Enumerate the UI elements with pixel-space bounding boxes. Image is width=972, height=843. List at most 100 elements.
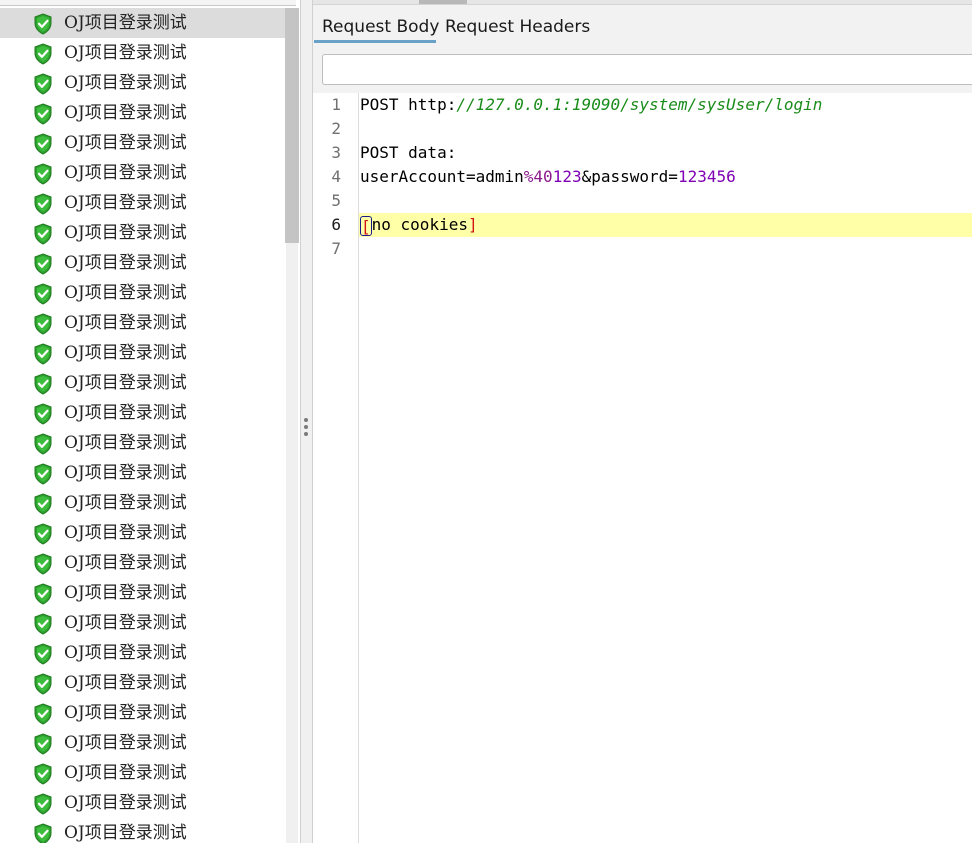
- tree-item[interactable]: OJ项目登录测试: [0, 488, 286, 518]
- tree-item-label: OJ项目登录测试: [64, 283, 187, 303]
- results-tree: OJ项目登录测试 OJ项目登录测试 OJ项目登录测试 OJ项目登录测试 OJ项目登录测试…: [0, 8, 286, 843]
- tree-item[interactable]: OJ项目登录测试: [0, 818, 286, 843]
- divider-grip-icon[interactable]: [304, 418, 308, 439]
- success-shield-icon: [33, 193, 53, 215]
- param-value: admin: [475, 167, 524, 186]
- tree-item[interactable]: OJ项目登录测试: [0, 98, 286, 128]
- tree-item-label: OJ项目登录测试: [64, 673, 187, 693]
- request-method-text: POST http:: [360, 95, 457, 114]
- code-line-1: POST http://127.0.0.1:19090/system/sysUs…: [360, 93, 822, 117]
- line-number: 1: [331, 95, 341, 114]
- success-shield-icon: [33, 13, 53, 35]
- tree-item[interactable]: OJ项目登录测试: [0, 728, 286, 758]
- tree-item[interactable]: OJ项目登录测试: [0, 338, 286, 368]
- success-shield-icon: [33, 223, 53, 245]
- tree-item-label: OJ项目登录测试: [64, 133, 187, 153]
- active-tab-indicator: [314, 40, 436, 43]
- success-shield-icon: [33, 73, 53, 95]
- tree-item-label: OJ项目登录测试: [64, 823, 187, 843]
- tree-item-label: OJ项目登录测试: [64, 373, 187, 393]
- success-shield-icon: [33, 703, 53, 725]
- tree-item[interactable]: OJ项目登录测试: [0, 668, 286, 698]
- tree-item-label: OJ项目登录测试: [64, 73, 187, 93]
- tree-item-label: OJ项目登录测试: [64, 493, 187, 513]
- success-shield-icon: [33, 493, 53, 515]
- panel-top-strip: [313, 0, 972, 5]
- tree-item-label: OJ项目登录测试: [64, 553, 187, 573]
- tree-item[interactable]: OJ项目登录测试: [0, 518, 286, 548]
- tree-item-label: OJ项目登录测试: [64, 343, 187, 363]
- tree-item-label: OJ项目登录测试: [64, 433, 187, 453]
- tree-item[interactable]: OJ项目登录测试: [0, 758, 286, 788]
- tree-item[interactable]: OJ项目登录测试: [0, 278, 286, 308]
- tree-item[interactable]: OJ项目登录测试: [0, 578, 286, 608]
- results-tree-panel: OJ项目登录测试 OJ项目登录测试 OJ项目登录测试 OJ项目登录测试 OJ项目登录测试…: [0, 0, 300, 843]
- line-number-current: 6: [331, 215, 341, 234]
- success-shield-icon: [33, 733, 53, 755]
- tree-item[interactable]: OJ项目登录测试: [0, 188, 286, 218]
- line-number: 5: [331, 191, 341, 210]
- tree-item[interactable]: OJ项目登录测试: [0, 8, 286, 38]
- line-number: 2: [331, 119, 341, 138]
- tree-item-label: OJ项目登录测试: [64, 163, 187, 183]
- tree-item[interactable]: OJ项目登录测试: [0, 68, 286, 98]
- line-number-gutter: 1 2 3 4 5 6 7: [313, 93, 359, 843]
- tree-item[interactable]: OJ项目登录测试: [0, 308, 286, 338]
- tree-item[interactable]: OJ项目登录测试: [0, 38, 286, 68]
- tree-item-label: OJ项目登录测试: [64, 253, 187, 273]
- success-shield-icon: [33, 283, 53, 305]
- bracket-open-matched: [: [360, 215, 372, 236]
- line-number: 3: [331, 143, 341, 162]
- param-value-number: 123: [552, 167, 582, 186]
- tree-item[interactable]: OJ项目登录测试: [0, 368, 286, 398]
- tree-item[interactable]: OJ项目登录测试: [0, 398, 286, 428]
- tree-item[interactable]: OJ项目登录测试: [0, 638, 286, 668]
- tree-item-label: OJ项目登录测试: [64, 523, 187, 543]
- tab-request-headers[interactable]: Request Headers: [445, 10, 590, 44]
- no-cookies-text: no cookies: [371, 215, 468, 234]
- tree-item[interactable]: OJ项目登录测试: [0, 248, 286, 278]
- success-shield-icon: [33, 643, 53, 665]
- request-tabbar: Request Body Request Headers: [313, 10, 972, 44]
- tree-item[interactable]: OJ项目登录测试: [0, 428, 286, 458]
- param-equals: =: [465, 167, 476, 186]
- request-url-text: //127.0.0.1:19090/system/sysUser/login: [456, 95, 823, 114]
- tree-item-label: OJ项目登录测试: [64, 313, 187, 333]
- tree-item-label: OJ项目登录测试: [64, 763, 187, 783]
- param-value-number: 123456: [677, 167, 736, 186]
- tree-item-label: OJ项目登录测试: [64, 733, 187, 753]
- tree-item[interactable]: OJ项目登录测试: [0, 458, 286, 488]
- request-panel: Request Body Request Headers 1 2 3 4 5 6…: [313, 0, 972, 843]
- success-shield-icon: [33, 583, 53, 605]
- tree-top-edge: [0, 0, 296, 6]
- tree-item[interactable]: OJ项目登录测试: [0, 788, 286, 818]
- tree-item-label: OJ项目登录测试: [64, 13, 187, 33]
- tree-item-label: OJ项目登录测试: [64, 643, 187, 663]
- success-shield-icon: [33, 373, 53, 395]
- tree-item[interactable]: OJ项目登录测试: [0, 608, 286, 638]
- success-shield-icon: [33, 793, 53, 815]
- request-body-editor[interactable]: 1 2 3 4 5 6 7 POST http://127.0.0.1:1909…: [313, 93, 972, 843]
- success-shield-icon: [33, 253, 53, 275]
- search-input[interactable]: [322, 54, 972, 85]
- tree-item-label: OJ项目登录测试: [64, 403, 187, 423]
- panel-top-strip-marker: [419, 0, 467, 4]
- tree-item-label: OJ项目登录测试: [64, 103, 187, 123]
- tree-item[interactable]: OJ项目登录测试: [0, 218, 286, 248]
- tree-item-label: OJ项目登录测试: [64, 583, 187, 603]
- tree-item-label: OJ项目登录测试: [64, 793, 187, 813]
- success-shield-icon: [33, 313, 53, 335]
- tree-item[interactable]: OJ项目登录测试: [0, 158, 286, 188]
- tab-request-body[interactable]: Request Body: [322, 10, 439, 44]
- tree-item[interactable]: OJ项目登录测试: [0, 548, 286, 578]
- tree-scrollbar-thumb[interactable]: [285, 8, 299, 243]
- success-shield-icon: [33, 613, 53, 635]
- success-shield-icon: [33, 463, 53, 485]
- success-shield-icon: [33, 163, 53, 185]
- param-value-escape: %40: [523, 167, 553, 186]
- tree-item-label: OJ项目登录测试: [64, 223, 187, 243]
- bracket-close: ]: [467, 215, 478, 234]
- tree-item[interactable]: OJ项目登录测试: [0, 128, 286, 158]
- success-shield-icon: [33, 823, 53, 843]
- tree-item[interactable]: OJ项目登录测试: [0, 698, 286, 728]
